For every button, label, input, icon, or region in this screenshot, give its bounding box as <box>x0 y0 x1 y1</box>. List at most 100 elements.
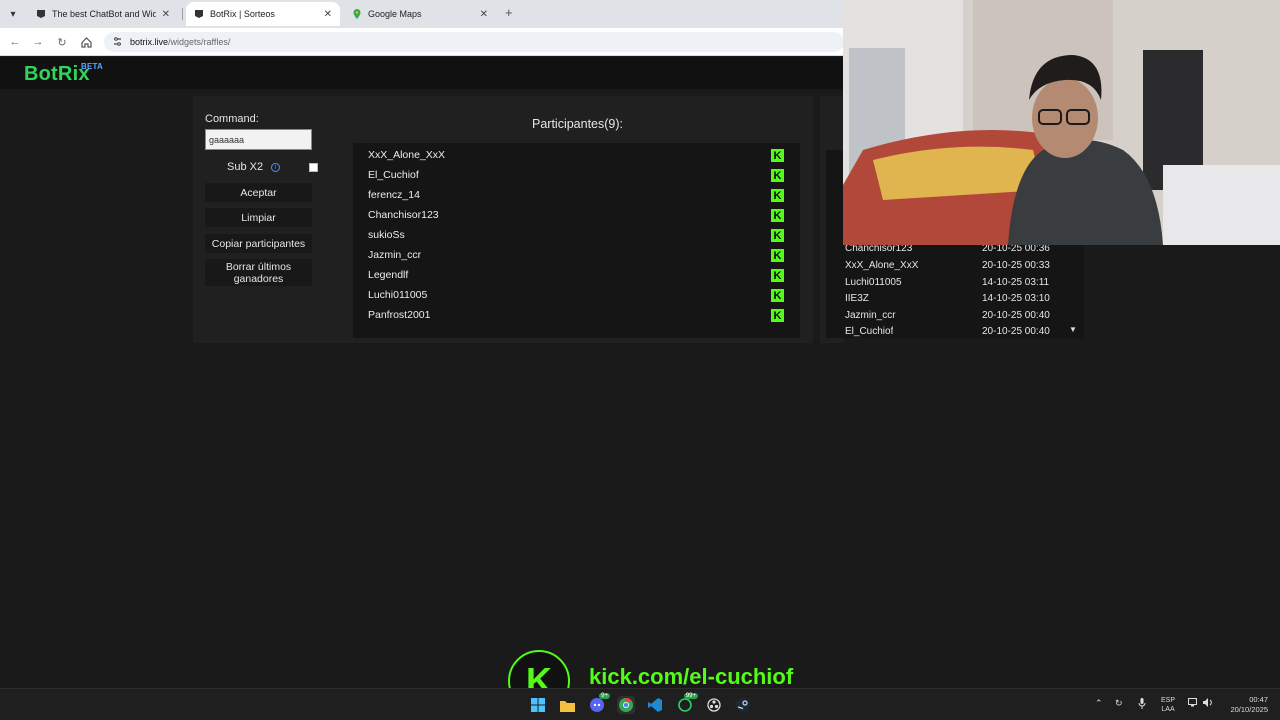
participant-row: Luchi011005 K <box>353 285 800 305</box>
kick-logo-icon: K <box>771 149 784 162</box>
kick-logo-icon: K <box>771 309 784 322</box>
participant-name: sukioSs <box>368 229 405 241</box>
accept-button[interactable]: Aceptar <box>205 183 312 202</box>
winner-date: 20-10-25 00:33 <box>982 260 1050 271</box>
participants-list: XxX_Alone_XxX K El_Cuchiof K ferencz_14 … <box>353 143 800 338</box>
participants-title: Participantes(9): <box>532 117 624 131</box>
tab-google-maps[interactable]: Google Maps ✕ <box>344 2 496 26</box>
winner-name: IIE3Z <box>845 293 869 304</box>
copy-participants-button[interactable]: Copiar participantes <box>205 234 312 253</box>
tab-label: BotRix | Sorteos <box>210 9 275 19</box>
google-maps-favicon-icon <box>352 9 362 19</box>
kick-logo-icon: K <box>771 289 784 302</box>
info-icon[interactable]: i <box>271 163 280 172</box>
volume-icon[interactable] <box>1203 698 1214 709</box>
tab-close-icon[interactable]: ✕ <box>162 9 170 20</box>
network-icon[interactable] <box>1188 698 1199 709</box>
vscode-icon[interactable] <box>646 696 664 714</box>
windows-taskbar: 9+ 99+ ⌃ ↻ ESP LAA 00:47 20/10/2025 <box>0 688 1280 720</box>
delete-last-winners-button[interactable]: Borrar últimos ganadores <box>205 259 312 286</box>
participant-name: Legendlf <box>368 269 409 281</box>
file-explorer-icon[interactable] <box>558 696 576 714</box>
participant-name: El_Cuchiof <box>368 169 419 181</box>
participant-name: ferencz_14 <box>368 189 420 201</box>
participant-name: Jazmin_ccr <box>368 249 422 261</box>
participant-row: Legendlf K <box>353 265 800 285</box>
winner-name: XxX_Alone_XxX <box>845 260 919 271</box>
participant-row: El_Cuchiof K <box>353 165 800 185</box>
participant-row: XxX_Alone_XxX K <box>353 145 800 165</box>
winner-date: 14-10-25 03:11 <box>982 277 1050 288</box>
tray-sync-icon[interactable]: ↻ <box>1115 698 1123 709</box>
discord-icon[interactable]: 9+ <box>588 693 610 714</box>
participant-row: Chanchisor123 K <box>353 205 800 225</box>
participant-name: XxX_Alone_XxX <box>368 149 446 161</box>
tab-close-icon[interactable]: ✕ <box>480 9 488 20</box>
kick-logo-icon: K <box>771 189 784 202</box>
webcam-overlay <box>843 0 1280 245</box>
windows-start-icon[interactable] <box>529 696 547 714</box>
participant-name: Chanchisor123 <box>368 209 439 221</box>
system-clock[interactable]: 00:47 20/10/2025 <box>1224 695 1268 715</box>
home-icon[interactable] <box>78 34 94 50</box>
back-arrow-icon[interactable]: ← <box>7 34 23 50</box>
winner-date: 20-10-25 00:40 <box>982 310 1050 321</box>
scroll-down-arrow-icon[interactable]: ▼ <box>1069 325 1077 334</box>
tab-label: The best ChatBot and Widgets <box>52 9 156 19</box>
lang-bottom: LAA <box>1161 706 1175 713</box>
reload-icon[interactable]: ↻ <box>54 34 70 50</box>
tab-search-chevron-icon[interactable]: ▾ <box>4 5 22 23</box>
winner-date: 20-10-25 00:40 <box>982 326 1050 337</box>
forward-arrow-icon[interactable]: → <box>30 34 46 50</box>
winner-date: 14-10-25 03:10 <box>982 293 1050 304</box>
sub-x2-label: Sub X2 <box>227 161 264 173</box>
winner-name: Luchi011005 <box>845 277 902 288</box>
screen: ▾ The best ChatBot and Widgets ✕ BotRix … <box>0 0 1280 720</box>
address-host: botrix.live <box>130 37 169 47</box>
logo-text: BotRix <box>24 63 90 85</box>
discord-notification-badge: 9+ <box>599 693 610 699</box>
address-bar[interactable]: botrix.live /widgets/raffles/ <box>104 32 844 52</box>
lang-top: ESP <box>1161 697 1176 704</box>
input-language-indicator[interactable]: ESP LAA <box>1161 696 1175 714</box>
botrix-favicon-icon <box>36 9 46 19</box>
participant-name: Panfrost2001 <box>368 309 431 321</box>
clock-date: 20/10/2025 <box>1230 705 1268 714</box>
participant-row: ferencz_14 K <box>353 185 800 205</box>
tab-label: Google Maps <box>368 9 422 19</box>
kick-logo-icon: K <box>771 249 784 262</box>
new-tab-plus-icon[interactable]: + <box>505 5 513 20</box>
clock-time: 00:47 <box>1249 695 1268 704</box>
tab-close-icon[interactable]: ✕ <box>324 9 332 20</box>
tray-overflow-chevron-icon[interactable]: ⌃ <box>1095 698 1103 709</box>
participant-row: Jazmin_ccr K <box>353 245 800 265</box>
tab-separator <box>182 8 183 20</box>
botrix-logo[interactable]: BotRix BETA <box>24 62 103 86</box>
tab-botrix-sorteos[interactable]: BotRix | Sorteos ✕ <box>186 2 340 26</box>
steam-icon[interactable] <box>734 696 752 714</box>
whatsapp-icon[interactable]: 99+ <box>676 693 698 714</box>
site-info-icon[interactable] <box>112 36 124 48</box>
kick-logo-icon: K <box>771 209 784 222</box>
participant-name: Luchi011005 <box>368 289 428 301</box>
obs-icon[interactable] <box>705 696 723 714</box>
clear-button[interactable]: Limpiar <box>205 208 312 227</box>
webcam-video-image <box>843 0 1280 245</box>
kick-channel-url: kick.com/el-cuchiof <box>589 664 794 689</box>
beta-badge: BETA <box>81 62 103 71</box>
command-label: Command: <box>205 113 259 125</box>
participant-row: sukioSs K <box>353 225 800 245</box>
sub-x2-checkbox[interactable] <box>309 163 318 172</box>
tab-botrix-home[interactable]: The best ChatBot and Widgets ✕ <box>28 2 178 26</box>
command-input[interactable] <box>205 129 312 150</box>
microphone-icon[interactable] <box>1138 698 1146 711</box>
participant-row: Panfrost2001 K <box>353 305 800 325</box>
kick-logo-icon: K <box>771 269 784 282</box>
winner-name: Jazmin_ccr <box>845 310 896 321</box>
kick-logo-icon: K <box>771 229 784 242</box>
address-path: /widgets/raffles/ <box>168 37 231 47</box>
chrome-icon[interactable] <box>617 696 635 714</box>
botrix-favicon-icon <box>194 9 204 19</box>
kick-logo-icon: K <box>771 169 784 182</box>
winner-name: El_Cuchiof <box>845 326 894 337</box>
